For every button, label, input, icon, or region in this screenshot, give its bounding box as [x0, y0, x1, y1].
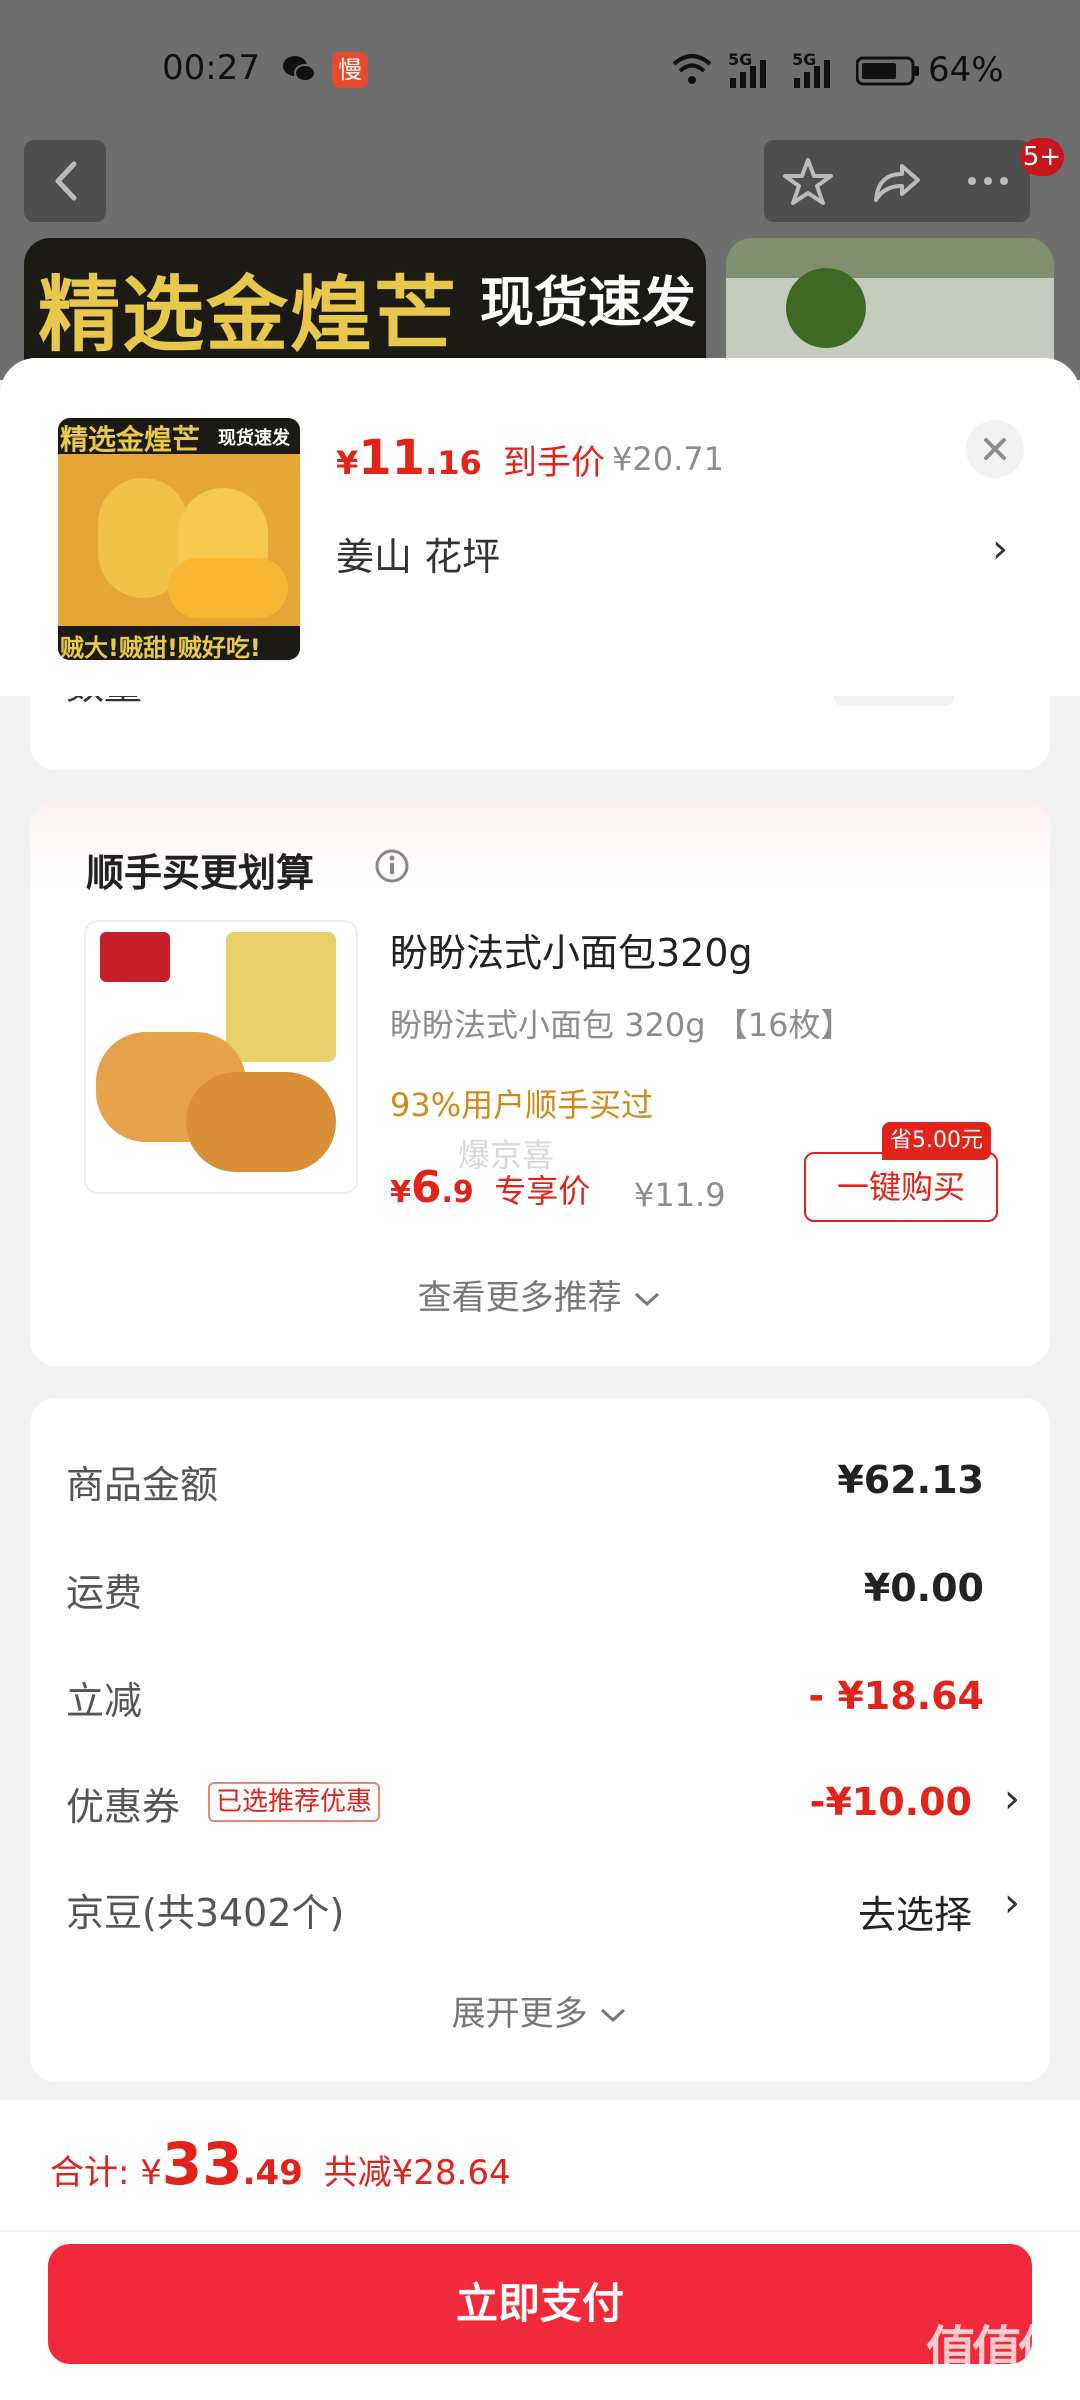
recommend-price: ¥6.9 专享价 — [390, 1162, 591, 1213]
thumbnail-title: 精选金煌芒 — [60, 423, 201, 456]
back-button[interactable] — [24, 140, 106, 222]
close-button[interactable] — [966, 420, 1024, 478]
top-actions — [764, 140, 1030, 222]
chevron-down-icon — [601, 2008, 626, 2022]
star-icon[interactable] — [778, 152, 838, 210]
wifi-icon — [672, 52, 712, 86]
expand-more-link[interactable]: 展开更多 — [30, 1986, 1050, 2035]
goods-amount-value: ¥62.13 — [837, 1458, 984, 1502]
price-summary-card: 商品金额 ¥62.13 运费 ¥0.00 立减 - ¥18.64 优惠券 已选推… — [30, 1398, 1050, 2082]
jingdou-select[interactable]: 去选择 — [858, 1884, 972, 1939]
thumbnail-slogan: 贼大!贼甜!贼好吃! — [60, 634, 261, 660]
quantity-stepper[interactable] — [834, 696, 954, 706]
more-recommend-link[interactable]: 查看更多推荐 — [30, 1270, 1050, 1319]
instant-discount-value: - ¥18.64 — [808, 1674, 984, 1718]
more-icon[interactable] — [958, 152, 1018, 210]
delivery-address[interactable]: 姜山 花坪 — [336, 526, 500, 581]
order-total: 合计: ¥33.49 共减¥28.64 — [50, 2130, 511, 2198]
original-price: ¥20.71 — [612, 440, 724, 478]
chevron-right-icon[interactable]: › — [1004, 1880, 1020, 1926]
header-bottom — [0, 660, 1080, 696]
product-thumbnail: 精选金煌芒 现货速发 贼大!贼甜!贼好吃! — [58, 418, 300, 660]
info-icon[interactable] — [374, 848, 410, 884]
chevron-left-icon — [55, 161, 77, 201]
footer-divider — [0, 2230, 1080, 2232]
share-icon[interactable] — [868, 152, 928, 210]
product-banner-image-2 — [726, 238, 1054, 378]
recommend-item-name[interactable]: 盼盼法式小面包320g — [390, 922, 753, 977]
instant-discount-label: 立减 — [66, 1679, 143, 1723]
coupon-value[interactable]: -¥10.00 — [810, 1780, 972, 1824]
goods-amount-label: 商品金额 — [66, 1463, 219, 1507]
app-notification-icon: 慢 — [332, 52, 368, 88]
product-banner-image: 精选金煌芒 现货速发 — [24, 238, 706, 378]
jingdou-label[interactable]: 京豆(共3402个) — [66, 1882, 344, 1937]
status-time: 00:27 — [162, 48, 260, 88]
battery-icon — [855, 56, 920, 86]
chevron-right-icon[interactable]: › — [992, 526, 1008, 572]
message-count-badge: 5+ — [1020, 138, 1064, 176]
thumbnail-tag: 现货速发 — [218, 428, 290, 449]
chevron-down-icon — [635, 1292, 660, 1306]
banner-tag: 现货速发 — [480, 271, 696, 334]
recommend-original-price: ¥11.9 — [634, 1176, 726, 1214]
recommend-social-proof: 93%用户顺手买过 — [390, 1086, 654, 1124]
battery-percent: 64% — [928, 50, 1004, 90]
pay-now-button[interactable]: 立即支付 — [48, 2244, 1032, 2364]
recommend-card: 顺手买更划算 盼盼法式小面包320g 盼盼法式小面包 320g 【16枚】 93… — [30, 800, 1050, 1366]
site-watermark-url: zhizhizhi.com — [928, 2370, 1037, 2389]
save-badge: 省5.00元 — [882, 1122, 991, 1160]
coupon-tag: 已选推荐优惠 — [208, 1782, 381, 1822]
banner-title: 精选金煌芒 — [38, 268, 459, 363]
product-price: ¥11.16 到手价 — [336, 430, 605, 486]
chevron-right-icon[interactable]: › — [1004, 1776, 1020, 1822]
shipping-value: ¥0.00 — [863, 1566, 984, 1610]
wechat-icon — [282, 55, 316, 83]
one-click-buy-button[interactable]: 一键购买 — [804, 1152, 998, 1222]
signal-icon-2: 5G — [792, 50, 842, 90]
signal-icon-1: 5G — [728, 50, 778, 90]
close-icon — [984, 438, 1006, 460]
recommend-item-spec: 盼盼法式小面包 320g 【16枚】 — [390, 1006, 853, 1044]
coupon-label[interactable]: 优惠券 — [66, 1776, 180, 1831]
recommend-title: 顺手买更划算 — [86, 851, 315, 895]
shipping-label: 运费 — [66, 1571, 143, 1615]
bread-image[interactable] — [84, 920, 358, 1194]
